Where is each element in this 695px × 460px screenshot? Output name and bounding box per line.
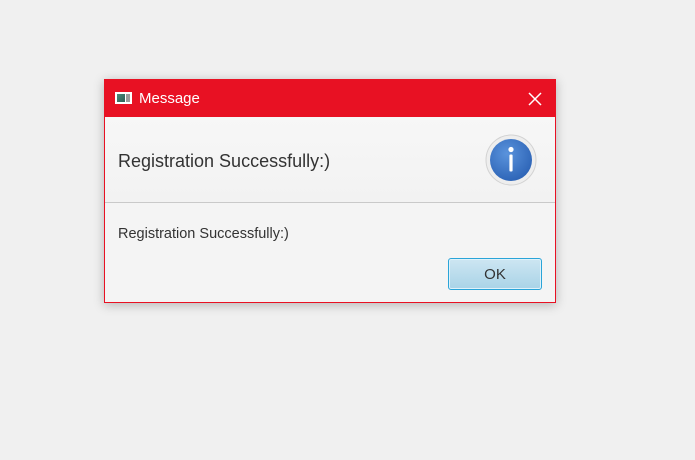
close-icon [528, 91, 542, 106]
content-message: Registration Successfully:) [118, 226, 289, 242]
info-icon [485, 134, 537, 186]
dialog-header: Registration Successfully:) [105, 117, 555, 203]
ok-button[interactable]: OK [448, 258, 542, 290]
dialog-title: Message [139, 90, 200, 107]
header-message: Registration Successfully:) [118, 151, 331, 171]
message-dialog: Message Registration Successfully:) Regi… [104, 79, 556, 303]
dialog-titlebar[interactable]: Message [105, 80, 555, 117]
java-window-icon [115, 92, 132, 104]
close-button[interactable] [515, 80, 555, 117]
